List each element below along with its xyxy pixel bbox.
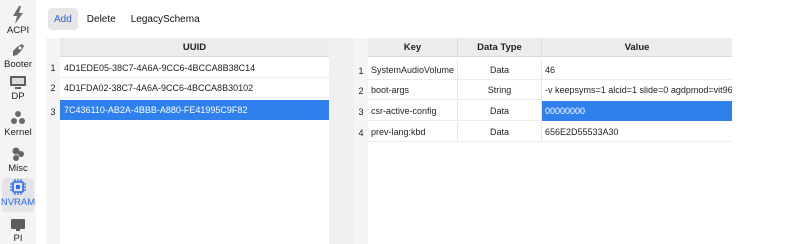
chip-icon	[9, 178, 27, 196]
panel-divider	[329, 38, 354, 244]
sidebar-item-label: NVRAM	[0, 197, 36, 208]
type-cell[interactable]: Data	[458, 101, 542, 121]
table-row[interactable]: 4D1FDA02-38C7-4A6A-9CC6-4BCCA8B30102	[60, 78, 329, 98]
table-row[interactable]: 4D1EDE05-38C7-4A6A-9CC6-4BCCA8B38C14	[60, 58, 329, 78]
value-column-header[interactable]: Value	[542, 38, 732, 57]
add-button[interactable]: Add	[48, 8, 78, 30]
key-cell[interactable]: boot-args	[368, 80, 458, 100]
sidebar-item-kernel[interactable]: Kernel	[0, 108, 36, 138]
value-cell[interactable]: -v keepsyms=1 alcid=1 slide=0 agdpmod=vi…	[542, 80, 732, 100]
sidebar-item-nvram[interactable]: NVRAM	[0, 178, 36, 212]
sidebar-item-misc[interactable]: Misc	[0, 144, 36, 174]
key-value-table: Key Data Type Value 1 2 3 4 SystemAudioV…	[354, 38, 732, 244]
row-number: 2	[358, 86, 364, 96]
empty-area	[732, 38, 800, 244]
value-cell[interactable]: 46	[542, 60, 732, 80]
app-window: ACPI Booter DP Kernel Misc NVRAM PI Add …	[0, 0, 800, 244]
table-row[interactable]: SystemAudioVolume Data 46	[368, 60, 732, 80]
row-number: 3	[358, 107, 364, 117]
row-number: 3	[50, 107, 56, 117]
row-number: 1	[50, 63, 56, 73]
key-cell[interactable]: SystemAudioVolume	[368, 60, 458, 80]
sidebar-item-label: PI	[13, 233, 23, 244]
sidebar: ACPI Booter DP Kernel Misc NVRAM PI	[0, 0, 36, 244]
type-cell[interactable]: String	[458, 80, 542, 100]
sidebar-item-label: ACPI	[6, 25, 30, 36]
table-row[interactable]: prev-lang:kbd Data 656E2D55533A30	[368, 122, 732, 142]
row-number: 4	[358, 128, 364, 138]
sidebar-item-label: Kernel	[4, 127, 32, 138]
table-row[interactable]: csr-active-config Data 00000000	[368, 101, 732, 121]
key-cell[interactable]: csr-active-config	[368, 101, 458, 121]
sidebar-item-label: Misc	[8, 163, 28, 174]
value-cell[interactable]: 656E2D55533A30	[542, 122, 732, 142]
value-cell-selected[interactable]: 00000000	[542, 101, 732, 121]
bolt-icon	[11, 6, 25, 24]
sidebar-item-booter[interactable]: Booter	[0, 40, 36, 70]
sidebar-item-acpi[interactable]: ACPI	[0, 6, 36, 36]
type-cell[interactable]: Data	[458, 60, 542, 80]
sidebar-item-label: DP	[11, 91, 25, 102]
uuid-list: 4D1EDE05-38C7-4A6A-9CC6-4BCCA8B38C14 4D1…	[60, 57, 329, 244]
table-row-selected[interactable]: 7C436110-AB2A-4BBB-A880-FE41995C9F82	[60, 100, 329, 120]
type-column-header[interactable]: Data Type	[458, 38, 542, 57]
sidebar-item-dp[interactable]: DP	[0, 72, 36, 102]
key-cell[interactable]: prev-lang:kbd	[368, 122, 458, 142]
sidebar-item-pi[interactable]: PI	[0, 214, 36, 244]
legacy-schema-button[interactable]: LegacySchema	[125, 8, 206, 30]
kernel-icon	[10, 108, 26, 126]
boot-icon	[10, 40, 26, 58]
delete-button[interactable]: Delete	[81, 8, 122, 30]
row-number: 2	[50, 83, 56, 93]
sidebar-item-label: Booter	[4, 59, 32, 70]
uuid-column-header[interactable]: UUID	[60, 38, 329, 57]
key-value-list: SystemAudioVolume Data 46 boot-args Stri…	[368, 57, 732, 244]
misc-icon	[10, 144, 26, 162]
uuid-table: UUID 1 2 3 4D1EDE05-38C7-4A6A-9CC6-4BCCA…	[46, 38, 329, 244]
row-number: 1	[358, 66, 364, 76]
type-cell[interactable]: Data	[458, 122, 542, 142]
pi-icon	[10, 214, 26, 232]
toolbar: Add Delete LegacySchema	[48, 7, 209, 31]
table-row[interactable]: boot-args String -v keepsyms=1 alcid=1 s…	[368, 80, 732, 100]
display-icon	[9, 72, 27, 90]
key-column-header[interactable]: Key	[368, 38, 458, 57]
